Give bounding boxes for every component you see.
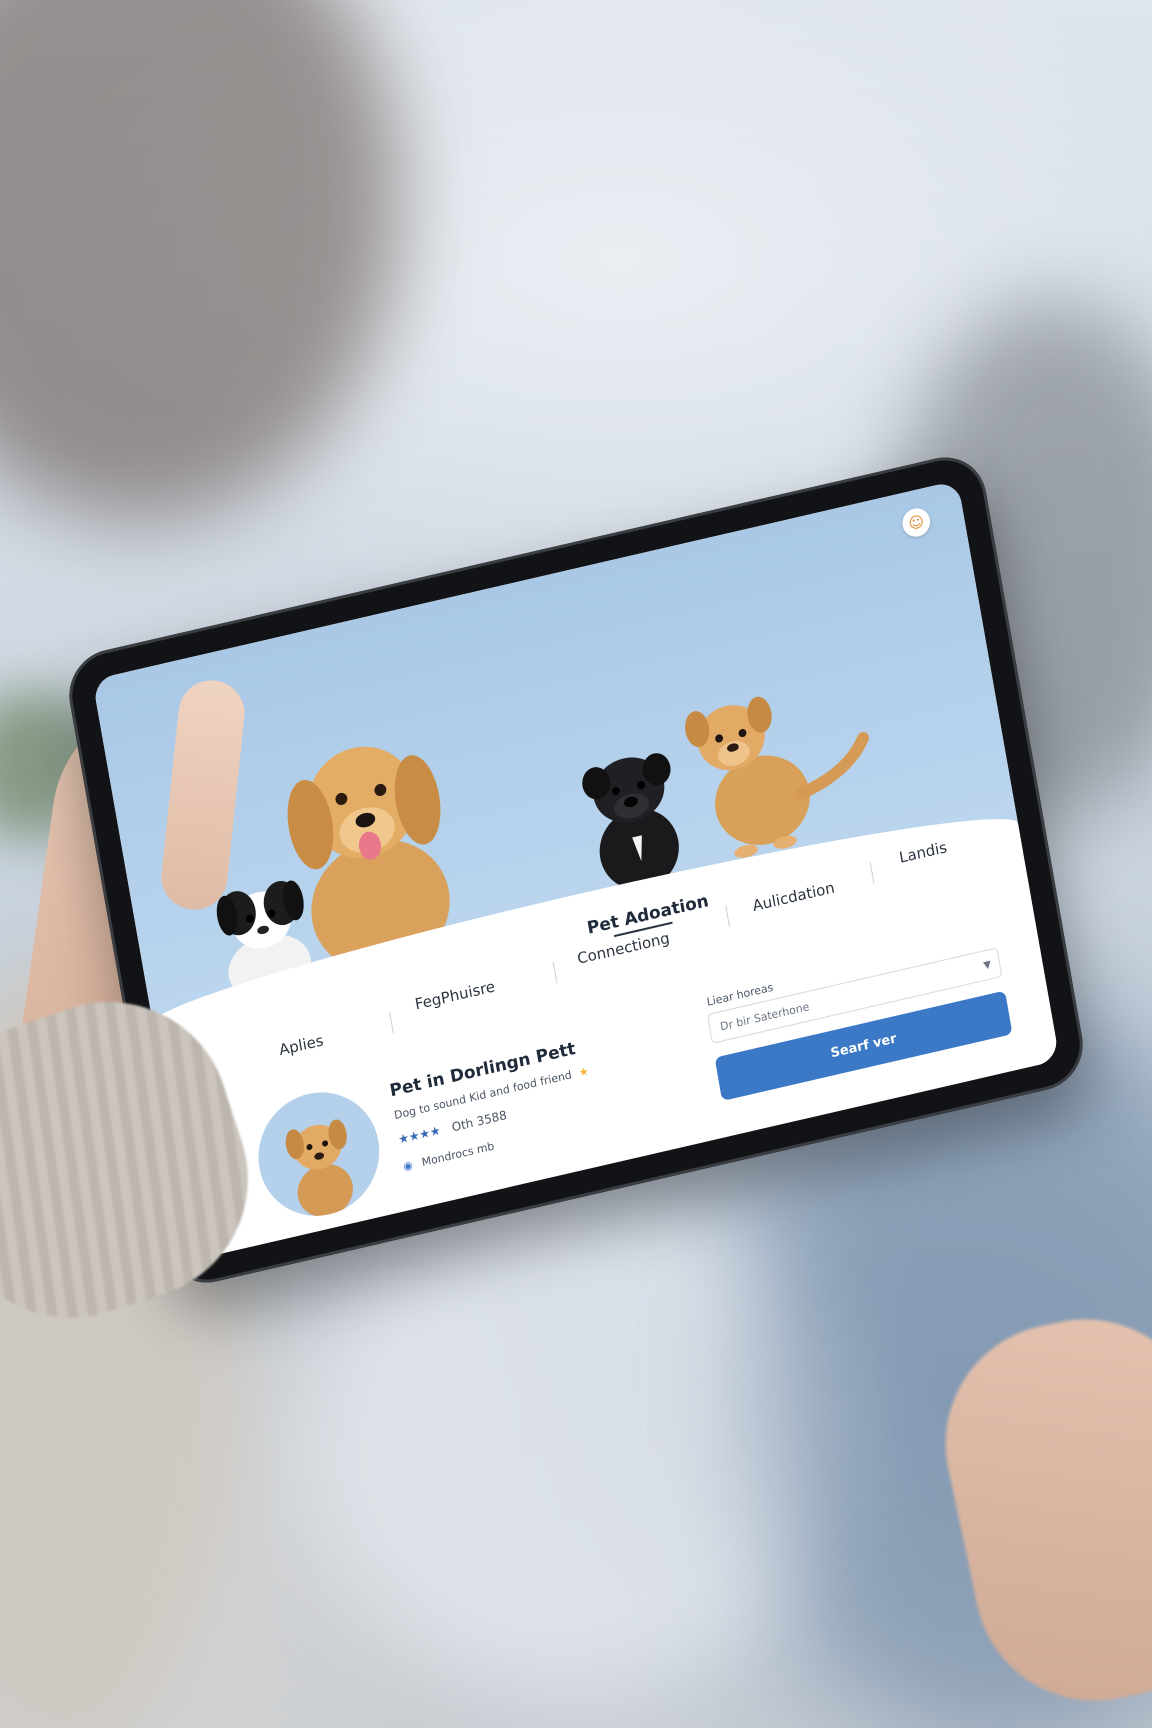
pet-location: ◉ Mondrocs mb	[402, 1140, 495, 1174]
pet-avatar-image	[285, 1119, 353, 1218]
chevron-down-icon: ▼	[982, 959, 993, 972]
nav-item-fegphuisre[interactable]: FegPhuisre	[414, 977, 497, 1013]
photo-scene: ☺ Aplies FegPhuisre Connectiong Pet Adoa…	[0, 0, 1152, 1728]
nav-separator	[725, 905, 731, 928]
rating-stars: ★★★★	[397, 1123, 442, 1147]
nav-separator	[869, 861, 875, 884]
hair-blur	[0, 0, 400, 520]
pet-location-text: Mondrocs mb	[420, 1139, 496, 1170]
pin-icon: ◉	[402, 1158, 414, 1174]
filter-select-value: Dr bir Saterhone	[719, 1000, 811, 1034]
pet-avatar	[248, 1080, 389, 1229]
rating-value: Oth 3588	[450, 1107, 508, 1135]
nav-item-aplies[interactable]: Aplies	[278, 1031, 325, 1059]
user-icon[interactable]: ☺	[900, 505, 933, 540]
star-icon: ★	[577, 1064, 590, 1080]
nav-separator	[552, 961, 558, 984]
nav-separator	[389, 1011, 394, 1034]
search-form: Liear horeas Dr bir Saterhone ▼ Searf ve…	[704, 929, 1019, 1125]
